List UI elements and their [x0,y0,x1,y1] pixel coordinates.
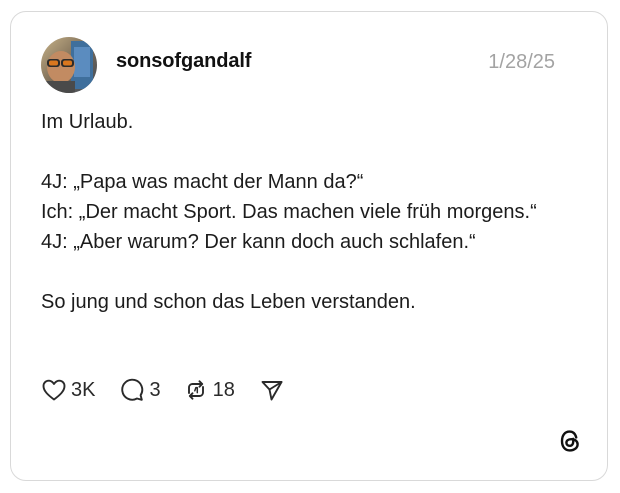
avatar[interactable] [41,37,97,93]
post-line: 4J: „Papa was macht der Mann da?“ [41,171,364,193]
post-line: So jung und schon das Leben verstanden. [41,291,416,313]
like-button[interactable]: 3K [41,377,95,403]
post-line: Im Urlaub. [41,111,134,133]
send-icon [259,377,285,403]
heart-icon [41,377,67,403]
paragraph-break [41,257,561,287]
like-count: 3K [71,378,96,401]
reply-count: 3 [149,378,161,401]
action-bar: 3K 3 18 [41,376,285,404]
post-line: Ich: „Der macht Sport. Das machen viele … [41,201,537,223]
threads-logo-icon [557,428,583,454]
repost-icon [183,377,209,403]
post-date[interactable]: 1/28/25 [488,51,555,74]
share-button[interactable] [259,377,285,403]
repost-count: 18 [212,378,235,401]
post-line: 4J: „Aber warum? Der kann doch auch schl… [41,231,476,253]
reply-button[interactable]: 3 [119,377,161,403]
paragraph-break [41,137,561,167]
repost-button[interactable]: 18 [183,377,235,403]
post-text: Im Urlaub. 4J: „Papa was macht der Mann … [41,107,561,317]
speech-bubble-icon [119,377,145,403]
username[interactable]: sonsofgandalf [116,50,251,73]
